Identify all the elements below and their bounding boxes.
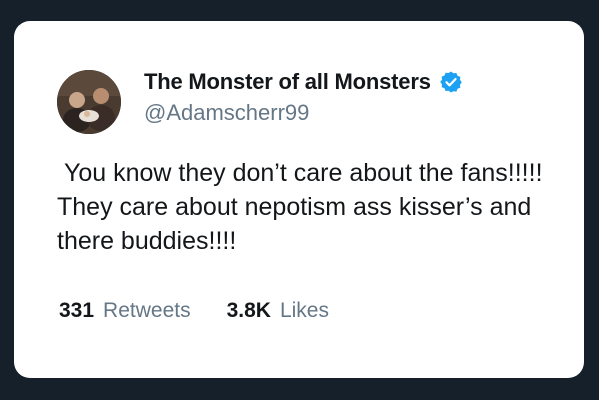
tweet-text: You know they don’t care about the fans!… bbox=[57, 159, 563, 255]
likes-count: 3.8K bbox=[226, 299, 271, 322]
likes-label: Likes bbox=[279, 299, 329, 322]
tweet-card: The Monster of all Monsters @Adamscherr9… bbox=[14, 21, 584, 378]
verified-badge-icon bbox=[439, 70, 463, 94]
likes-stat[interactable]: 3.8K Likes bbox=[227, 299, 329, 323]
avatar-photo-icon bbox=[57, 70, 121, 134]
user-handle[interactable]: @Adamscherr99 bbox=[144, 100, 309, 126]
retweets-label: Retweets bbox=[103, 299, 191, 322]
name-row: The Monster of all Monsters bbox=[144, 69, 463, 95]
retweets-stat[interactable]: 331 Retweets bbox=[59, 299, 191, 323]
tweet-stats: 331 Retweets 3.8K Likes bbox=[59, 299, 329, 323]
display-name[interactable]: The Monster of all Monsters bbox=[144, 69, 431, 95]
retweets-count: 331 bbox=[59, 299, 95, 322]
profile-avatar[interactable] bbox=[57, 70, 121, 134]
